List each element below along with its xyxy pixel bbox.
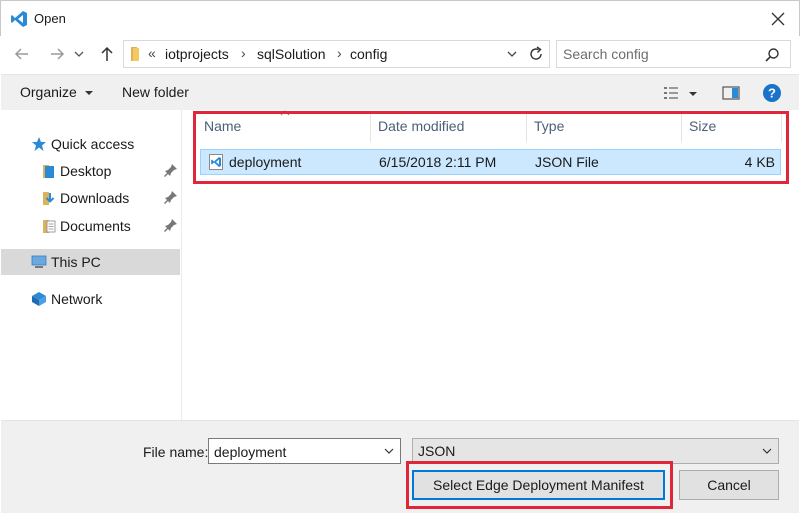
- view-dropdown-icon[interactable]: [687, 83, 699, 103]
- search-box[interactable]: [556, 40, 791, 68]
- close-icon[interactable]: [767, 8, 789, 30]
- new-folder-button[interactable]: New folder: [122, 84, 189, 100]
- breadcrumb-overflow[interactable]: «: [148, 45, 156, 61]
- navigation-pane: Quick access Desktop Downloads Documents: [1, 110, 182, 420]
- preview-pane-icon[interactable]: [721, 83, 741, 103]
- pin-icon[interactable]: [164, 163, 178, 177]
- help-icon[interactable]: ?: [762, 83, 782, 103]
- nav-item-desktop[interactable]: Desktop: [1, 158, 180, 184]
- cancel-button[interactable]: Cancel: [679, 470, 779, 500]
- back-arrow-icon[interactable]: [12, 44, 32, 64]
- file-type-value: JSON: [418, 443, 456, 459]
- organize-button[interactable]: Organize: [20, 84, 93, 100]
- breadcrumb-separator[interactable]: ›: [241, 45, 246, 61]
- nav-label: This PC: [51, 254, 101, 270]
- breadcrumb-sqlsolution[interactable]: sqlSolution: [257, 46, 326, 62]
- nav-label: Downloads: [60, 190, 130, 206]
- breadcrumb-config[interactable]: config: [350, 46, 387, 62]
- documents-folder-icon: [43, 220, 56, 233]
- desktop-folder-icon: [43, 165, 54, 178]
- address-bar[interactable]: « iotprojects › sqlSolution › config: [123, 40, 550, 68]
- computer-icon: [31, 255, 47, 268]
- dialog-footer: File name: JSON Select Edge Deployment M…: [1, 420, 799, 513]
- file-name-label: File name:: [143, 444, 209, 460]
- title-bar: Open: [0, 0, 800, 36]
- nav-item-this-pc[interactable]: This PC: [1, 249, 180, 275]
- organize-label: Organize: [20, 84, 77, 100]
- nav-label: Desktop: [60, 163, 112, 179]
- nav-label: Quick access: [51, 136, 135, 152]
- chevron-down-icon[interactable]: [384, 447, 394, 455]
- nav-label: Network: [51, 291, 103, 307]
- search-input[interactable]: [563, 45, 753, 63]
- pin-icon[interactable]: [164, 190, 178, 204]
- breadcrumb-separator[interactable]: ›: [337, 45, 342, 61]
- file-name-combobox[interactable]: [208, 438, 401, 464]
- pin-icon[interactable]: [164, 218, 178, 232]
- highlight-box: [406, 461, 673, 509]
- nav-label: Documents: [60, 218, 131, 234]
- address-dropdown-icon[interactable]: [506, 49, 518, 59]
- forward-arrow-icon[interactable]: [47, 44, 67, 64]
- downloads-folder-icon: [43, 192, 55, 205]
- star-icon: [32, 137, 46, 151]
- chevron-down-icon: [762, 448, 772, 454]
- file-name-input[interactable]: [214, 443, 374, 461]
- file-list: Name Date modified Type Size deployment …: [183, 110, 799, 420]
- highlight-box: [193, 111, 789, 184]
- window-title: Open: [34, 11, 66, 26]
- vscode-icon: [11, 11, 27, 27]
- nav-item-network[interactable]: Network: [1, 286, 180, 312]
- svg-text:?: ?: [768, 86, 776, 101]
- refresh-icon[interactable]: [527, 45, 545, 63]
- view-options-icon[interactable]: [662, 83, 682, 103]
- nav-item-documents[interactable]: Documents: [1, 213, 180, 239]
- breadcrumb-iotprojects[interactable]: iotprojects: [165, 46, 229, 62]
- search-icon[interactable]: [764, 47, 780, 63]
- organize-dropdown-icon: [84, 91, 93, 96]
- folder-icon: [131, 47, 139, 61]
- network-icon: [32, 292, 46, 306]
- recent-locations-chevron-icon[interactable]: [73, 44, 85, 64]
- nav-item-quick-access[interactable]: Quick access: [1, 131, 180, 157]
- up-arrow-icon[interactable]: [97, 44, 117, 64]
- nav-item-downloads[interactable]: Downloads: [1, 185, 180, 211]
- command-bar: Organize New folder ?: [1, 74, 799, 110]
